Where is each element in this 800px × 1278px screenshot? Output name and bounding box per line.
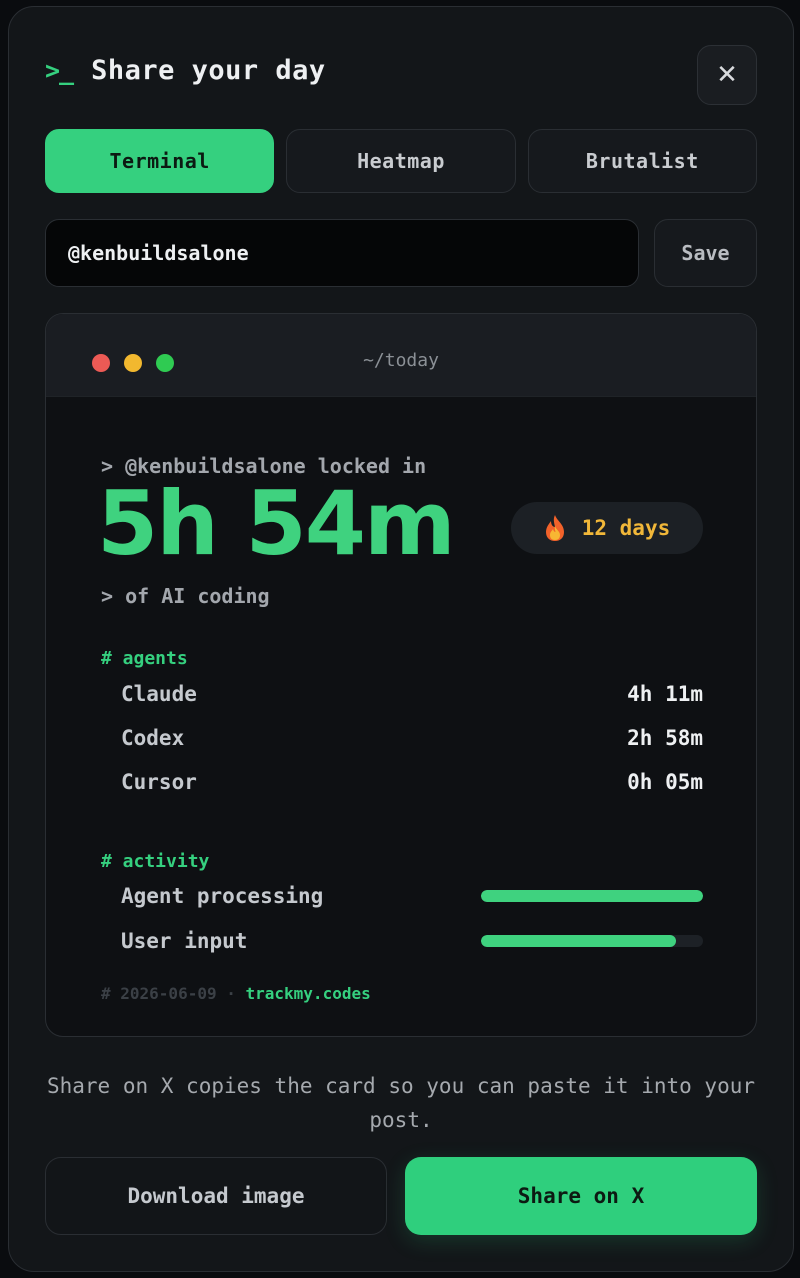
dialog-header: >_ Share your day [45, 55, 326, 86]
window-titlebar: ~/today [46, 314, 756, 397]
dialog-title: Share your day [91, 55, 326, 86]
activity-row: Agent processing [121, 884, 703, 908]
activity-heading: # activity [101, 851, 210, 872]
total-time: 5h 54m [97, 472, 456, 575]
window-path: ~/today [363, 350, 439, 371]
footer-domain: trackmy.codes [245, 984, 371, 1003]
agent-time: 4h 11m [627, 682, 703, 706]
activity-bar [481, 890, 703, 902]
agent-time: 0h 05m [627, 770, 703, 794]
tab-terminal[interactable]: Terminal [45, 129, 275, 193]
preview-card: ~/today > @kenbuildsalone locked in 5h 5… [45, 313, 757, 1037]
agents-heading: # agents [101, 648, 188, 669]
tab-heatmap[interactable]: Heatmap [286, 129, 516, 193]
agent-row: Claude 4h 11m [121, 682, 703, 706]
close-button[interactable]: ✕ [697, 45, 757, 105]
card-footer: # 2026-06-09 · trackmy.codes [101, 984, 371, 1003]
share-on-x-button[interactable]: Share on X [405, 1157, 757, 1235]
fire-icon [544, 514, 566, 542]
share-hint: Share on X copies the card so you can pa… [46, 1074, 755, 1132]
agent-name: Codex [121, 726, 185, 750]
activity-label: User input [121, 929, 248, 953]
agent-name: Claude [121, 682, 197, 706]
streak-label: 12 days [581, 516, 671, 540]
streak-badge: 12 days [511, 502, 703, 554]
agent-name: Cursor [121, 770, 197, 794]
footer-date: # 2026-06-09 · [101, 984, 246, 1003]
download-image-button[interactable]: Download image [45, 1157, 387, 1235]
activity-bar-fill [481, 935, 677, 947]
coding-line: > of AI coding [101, 584, 270, 608]
close-icon: ✕ [716, 60, 738, 90]
activity-row: User input [121, 929, 703, 953]
username-input[interactable] [45, 219, 639, 287]
activity-bar [481, 935, 703, 947]
agent-row: Codex 2h 58m [121, 726, 703, 750]
agent-row: Cursor 0h 05m [121, 770, 703, 794]
tab-brutalist[interactable]: Brutalist [527, 129, 757, 193]
activity-bar-fill [481, 890, 703, 902]
theme-tabs: Terminal Heatmap Brutalist [45, 129, 757, 193]
share-dialog: >_ Share your day ✕ Terminal Heatmap Bru… [8, 6, 794, 1272]
activity-label: Agent processing [121, 884, 324, 908]
save-button[interactable]: Save [654, 219, 757, 287]
agent-time: 2h 58m [627, 726, 703, 750]
terminal-prompt-icon: >_ [45, 56, 74, 85]
